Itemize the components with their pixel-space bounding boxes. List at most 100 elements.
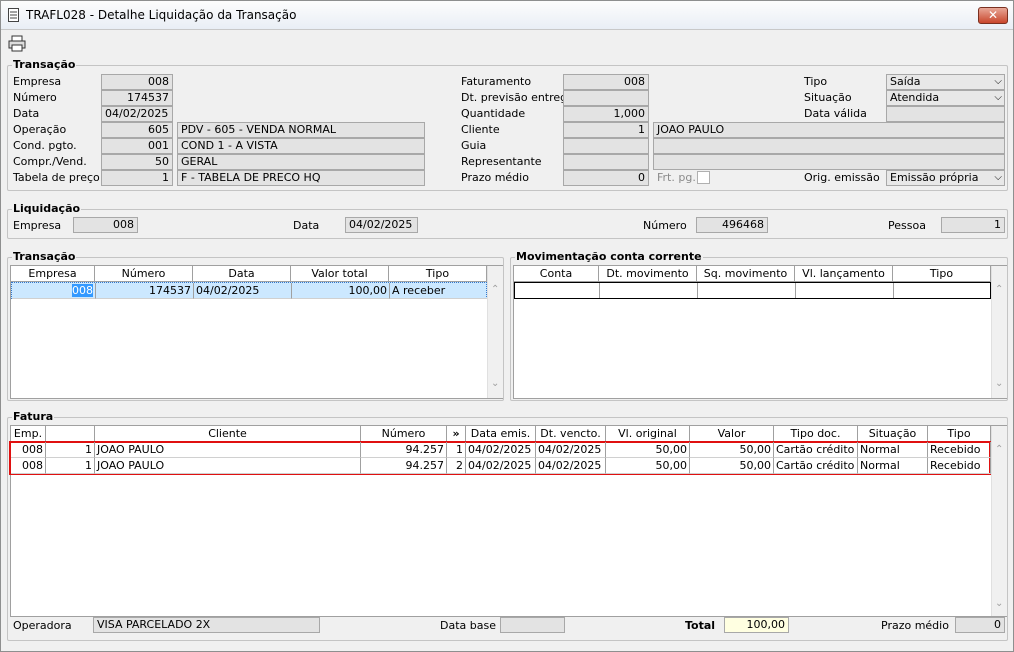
tabela-code[interactable]: 1	[101, 170, 173, 186]
col-header[interactable]: Conta	[514, 266, 599, 282]
scroll-down-icon[interactable]: ⌄	[995, 598, 1003, 609]
movimentacao-title: Movimentação conta corrente	[515, 250, 703, 263]
operadora-label: Operadora	[13, 619, 72, 632]
compr-code[interactable]: 50	[101, 154, 173, 170]
window-title: TRAFL028 - Detalhe Liquidação da Transaç…	[26, 8, 297, 22]
liq-numero-field[interactable]: 496468	[696, 217, 768, 233]
tipo-label: Tipo	[804, 75, 828, 88]
vertical-scrollbar[interactable]: ⌃ ⌄	[991, 266, 1007, 398]
movimentacao-grid[interactable]: Conta Dt. movimento Sq. movimento Vl. la…	[513, 265, 1007, 399]
document-icon	[8, 8, 19, 22]
vertical-scrollbar[interactable]: ⌃ ⌄	[487, 266, 503, 398]
database-field[interactable]	[500, 617, 565, 633]
datavalida-field[interactable]	[886, 106, 1005, 122]
cell-tipo-doc: Cartão crédito	[774, 442, 858, 458]
transacao-grid-title: Transação	[12, 250, 77, 263]
col-header[interactable]: Dt. movimento	[599, 266, 697, 282]
situacao-select[interactable]: Atendida ⌵	[886, 90, 1005, 106]
liq-numero-label: Número	[643, 219, 687, 232]
col-header[interactable]: Tipo	[389, 266, 487, 282]
empty-row[interactable]	[514, 282, 991, 299]
col-header[interactable]: Número	[95, 266, 193, 282]
tipo-value: Saída	[890, 75, 921, 88]
col-header[interactable]: Empresa	[11, 266, 95, 282]
frtpg-checkbox[interactable]	[697, 171, 710, 184]
fatura-prazo-field[interactable]: 0	[955, 617, 1005, 633]
col-header[interactable]: Data emis.	[466, 426, 536, 442]
operacao-code[interactable]: 605	[101, 122, 173, 138]
chevron-down-icon: ⌵	[994, 76, 1002, 87]
guia-code[interactable]	[563, 138, 649, 154]
cond-desc[interactable]: COND 1 - A VISTA	[177, 138, 425, 154]
cell-data-emis: 04/02/2025	[466, 458, 536, 474]
col-header[interactable]: Vl. original	[606, 426, 690, 442]
quantidade-field[interactable]: 1,000	[563, 106, 649, 122]
prazo-field[interactable]: 0	[563, 170, 649, 186]
table-row[interactable]: 008 1 JOAO PAULO 94.257 1 04/02/2025 04/02/202…	[11, 442, 991, 458]
col-header[interactable]: Cliente	[95, 426, 361, 442]
cell-tipo-doc: Cartão crédito	[774, 458, 858, 474]
cell-situacao: Normal	[858, 442, 928, 458]
cell-emp: 008	[11, 442, 46, 458]
numero-field[interactable]: 174537	[101, 90, 173, 106]
scroll-up-icon[interactable]: ⌃	[995, 444, 1003, 455]
guia-desc[interactable]	[653, 138, 1005, 154]
cell-parcela: 1	[447, 442, 466, 458]
cell-valor: 50,00	[690, 458, 774, 474]
col-header[interactable]: Valor total	[291, 266, 389, 282]
col-header[interactable]	[46, 426, 95, 442]
empresa-field[interactable]: 008	[101, 74, 173, 90]
liq-data-field[interactable]: 04/02/2025	[345, 217, 418, 233]
col-header[interactable]: Data	[193, 266, 291, 282]
table-row[interactable]: 008 174537 04/02/2025 100,00 A receber	[11, 282, 488, 299]
total-label: Total	[685, 619, 716, 632]
compr-desc[interactable]: GERAL	[177, 154, 425, 170]
col-header[interactable]: Tipo doc.	[774, 426, 858, 442]
cell-tipo: Recebido	[928, 458, 991, 474]
data-field[interactable]: 04/02/2025	[101, 106, 173, 122]
vertical-scrollbar[interactable]: ⌃ ⌄	[991, 426, 1007, 616]
cell-data: 04/02/2025	[194, 283, 292, 299]
divider	[795, 283, 796, 298]
cell-tipo: Recebido	[928, 442, 991, 458]
col-header[interactable]: Número	[361, 426, 447, 442]
cond-code[interactable]: 001	[101, 138, 173, 154]
print-icon[interactable]	[8, 35, 26, 52]
col-header[interactable]: Tipo	[928, 426, 991, 442]
representante-code[interactable]	[563, 154, 649, 170]
col-header[interactable]: Valor	[690, 426, 774, 442]
liq-empresa-field[interactable]: 008	[73, 217, 138, 233]
representante-desc[interactable]	[653, 154, 1005, 170]
col-header[interactable]: Vl. lançamento	[795, 266, 893, 282]
scroll-up-icon[interactable]: ⌃	[491, 284, 499, 295]
scroll-up-icon[interactable]: ⌃	[995, 284, 1003, 295]
cliente-name[interactable]: JOAO PAULO	[653, 122, 1005, 138]
col-header[interactable]: Dt. vencto.	[536, 426, 606, 442]
total-field[interactable]: 100,00	[724, 617, 789, 633]
close-button[interactable]: ✕	[978, 7, 1008, 24]
representante-label: Representante	[461, 155, 542, 168]
cell-cliente-cod: 1	[46, 458, 95, 474]
cell-empresa: 008	[12, 283, 96, 299]
expand-icon[interactable]: »	[447, 426, 466, 442]
tabela-desc[interactable]: F - TABELA DE PRECO HQ	[177, 170, 425, 186]
col-header[interactable]: Emp.	[11, 426, 46, 442]
tipo-select[interactable]: Saída ⌵	[886, 74, 1005, 90]
col-header[interactable]: Sq. movimento	[697, 266, 795, 282]
table-row[interactable]: 008 1 JOAO PAULO 94.257 2 04/02/2025 04/02/202…	[11, 458, 991, 474]
liq-pessoa-field[interactable]: 1	[941, 217, 1005, 233]
faturamento-field[interactable]: 008	[563, 74, 649, 90]
scroll-down-icon[interactable]: ⌄	[995, 378, 1003, 389]
cliente-code[interactable]: 1	[563, 122, 649, 138]
transacao-grid[interactable]: Empresa Número Data Valor total Tipo 008…	[10, 265, 503, 399]
scroll-down-icon[interactable]: ⌄	[491, 378, 499, 389]
prazo-label: Prazo médio	[461, 171, 529, 184]
cell-valor: 100,00	[292, 283, 390, 299]
origem-select[interactable]: Emissão própria ⌵	[886, 170, 1005, 186]
col-header[interactable]: Situação	[858, 426, 928, 442]
col-header[interactable]: Tipo	[893, 266, 991, 282]
operacao-desc[interactable]: PDV - 605 - VENDA NORMAL	[177, 122, 425, 138]
dtprev-field[interactable]	[563, 90, 649, 106]
liquidacao-title: Liquidação	[12, 202, 82, 215]
operadora-field[interactable]: VISA PARCELADO 2X	[93, 617, 320, 633]
